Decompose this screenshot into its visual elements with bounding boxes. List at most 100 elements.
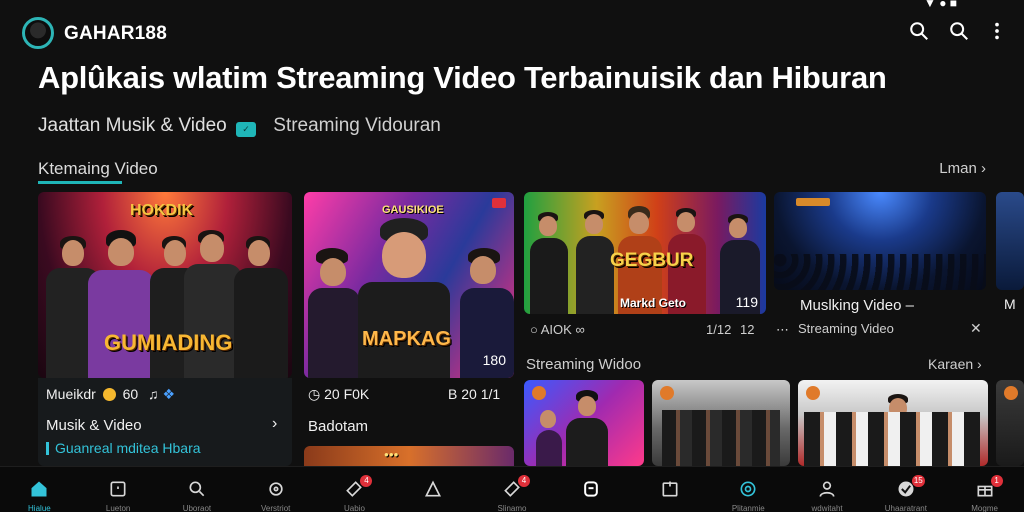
droplet-icon: ❖: [162, 386, 175, 402]
card-3-stats-right: 1/12: [706, 322, 732, 337]
nav-item-label: Mogme: [971, 504, 998, 512]
bottom-navigation: Hialue Lueton Uboraot Verstriot 4 Uabio 4 Slina…: [0, 466, 1024, 512]
circle-arrows-icon: [266, 479, 286, 499]
card-2-stats: ◷ 20 F0K: [308, 386, 369, 403]
target-icon: [738, 479, 758, 499]
card-3-counter: 119: [735, 294, 758, 310]
tab-streaming-video[interactable]: Ktemaing Video: [38, 159, 158, 179]
subtitle-primary: Jaattan Musik & Video: [38, 115, 227, 136]
page-title: Aplûkais wlatim Streaming Video Terbainu…: [38, 60, 887, 95]
peek-thumbnail-label: ●●●: [384, 450, 399, 459]
nav-item-label: Lueton: [105, 504, 131, 512]
search-button[interactable]: [908, 20, 934, 46]
nav-item-label: Hialue: [28, 504, 51, 512]
card-2-stats-left: 20 F0K: [324, 386, 370, 402]
notification-badge: 4: [360, 475, 373, 487]
card-4-title: Muslking Video –: [800, 297, 914, 314]
nav-item-label: Uhaaratrant: [884, 504, 927, 512]
card-1-link[interactable]: Guanreal mditea Hbara: [46, 440, 201, 456]
card-1-subtitle: Musik & Video: [46, 417, 142, 434]
nav-item-verstriot[interactable]: Verstriot: [244, 467, 308, 512]
notification-badge: 4: [518, 475, 530, 487]
video-thumbnail: [652, 380, 790, 466]
video-card-8[interactable]: [798, 380, 988, 466]
thumbnail-title-text: GUMIADING: [104, 330, 233, 355]
square-icon: [108, 479, 128, 499]
section-2-see-all-label: Karaen: [928, 356, 974, 372]
nav-item-label: Uboraot: [182, 504, 212, 512]
nav-item-rounded-square[interactable]: [559, 467, 623, 512]
video-card-2-peek[interactable]: ●●●: [304, 446, 514, 466]
nav-item-label: [638, 504, 702, 512]
more-vertical-icon: [995, 22, 999, 40]
video-card-2[interactable]: GAUSIKIOE MAPKAG 180: [304, 192, 514, 378]
app-header: GAHAR188: [0, 14, 1024, 54]
notification-badge: 15: [911, 475, 925, 487]
section-2-see-all[interactable]: Karaen ›: [928, 356, 982, 372]
nav-item-slinamo[interactable]: 4 Slinamo: [480, 467, 544, 512]
video-thumbnail: HOKDIK GUMIADING: [38, 192, 292, 378]
card-2-stats-right: B 20 1/1: [448, 386, 501, 402]
video-card-9-peek[interactable]: [996, 380, 1024, 466]
channel-badge-icon: [796, 198, 830, 206]
video-thumbnail: GEGBUR Markd Geto 119: [524, 192, 766, 314]
video-thumbnail: [774, 192, 986, 290]
channel-logo-icon: [1004, 386, 1018, 400]
nav-item-mogme[interactable]: 1 Mogme: [953, 467, 1017, 512]
nav-item-lueton[interactable]: Lueton: [86, 467, 150, 512]
nav-item-uabio[interactable]: 4 Uabio: [322, 467, 386, 512]
nav-item-label: Plitanmie: [731, 504, 765, 512]
thumbnail-subtitle-text: Markd Geto: [620, 296, 687, 310]
music-note-icon: ♫: [148, 386, 159, 402]
video-card-4[interactable]: [774, 192, 986, 290]
card-3-stats-right2: 12: [740, 322, 755, 337]
search-icon: [187, 479, 207, 499]
search-button-2[interactable]: [948, 20, 974, 46]
see-all-label: Lman: [939, 160, 977, 177]
nav-item-uhaaratrant[interactable]: 15 Uhaaratrant: [874, 467, 938, 512]
close-icon[interactable]: ✕: [970, 320, 982, 337]
video-card-3[interactable]: GEGBUR Markd Geto 119: [524, 192, 766, 314]
video-card-7[interactable]: [652, 380, 790, 466]
triangle-icon: [423, 479, 443, 499]
clock-icon: ◷: [308, 386, 321, 402]
video-thumbnail: [798, 380, 988, 466]
thumbnail-top-text: GAUSIKIOE: [382, 204, 444, 216]
subtitle-secondary: Streaming Vidouran: [273, 115, 441, 136]
app-name: GAHAR188: [64, 23, 167, 44]
card-5-peek-label: M: [1004, 296, 1016, 312]
video-thumbnail: GAUSIKIOE MAPKAG 180: [304, 192, 514, 378]
nav-item-label: Slinamo: [497, 504, 527, 512]
channel-logo-icon: [806, 386, 820, 400]
avatar[interactable]: [22, 17, 54, 49]
home-icon: [29, 479, 49, 499]
video-card-5-peek[interactable]: [996, 192, 1024, 290]
nav-item-triangle[interactable]: [401, 467, 465, 512]
nav-item-plitanmie[interactable]: Plitanmie: [716, 467, 780, 512]
nav-item-uboraot[interactable]: Uboraot: [165, 467, 229, 512]
subtitle-row: Jaattan Musik & Video ✓ Streaming Vidour…: [38, 115, 441, 137]
card-1-chevron-icon[interactable]: ›: [272, 415, 277, 433]
nav-item-label: [559, 504, 623, 512]
nav-item-label: Verstriot: [261, 504, 291, 512]
more-menu-button[interactable]: [986, 20, 1012, 46]
nav-item-hialue[interactable]: Hialue: [7, 467, 71, 512]
video-card-6[interactable]: [524, 380, 644, 466]
verified-badge-icon: ✓: [235, 122, 256, 137]
video-card-1[interactable]: HOKDIK GUMIADING: [38, 192, 292, 378]
see-all-link[interactable]: Lman ›: [939, 160, 986, 177]
thumbnail-top-text: HOKDIK: [130, 202, 194, 219]
nav-item-wdwitaht[interactable]: wdwitaht: [795, 467, 859, 512]
share-icon: ∞: [575, 322, 585, 337]
crowd-silhouette: [774, 254, 986, 290]
chat-icon: ○: [530, 322, 538, 337]
frame-icon: [660, 479, 680, 499]
nav-item-label: Uabio: [344, 504, 365, 512]
rounded-square-icon: [581, 479, 601, 499]
card-2-counter: 180: [482, 352, 506, 368]
tab-active-indicator: [38, 181, 122, 184]
nav-item-frame[interactable]: [638, 467, 702, 512]
card-1-stats: 60: [122, 386, 139, 402]
nav-item-label: [401, 504, 465, 512]
card-4-dots: ⋯: [776, 322, 789, 337]
